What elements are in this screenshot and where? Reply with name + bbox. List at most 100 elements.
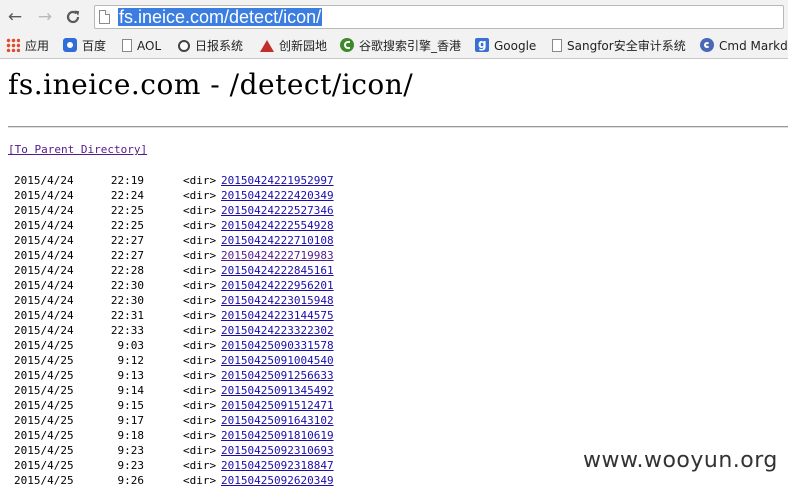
- google-search-icon: [340, 38, 354, 52]
- entry-time: 22:28: [110, 264, 144, 277]
- entry-time: 9:17: [117, 414, 145, 427]
- entry-type: <dir>: [183, 279, 217, 292]
- reload-button[interactable]: [62, 6, 84, 28]
- entry-type: <dir>: [183, 429, 217, 442]
- watermark: www.wooyun.org: [583, 448, 778, 473]
- entry-date: 2015/4/24: [14, 174, 74, 187]
- entry-time: 9:26: [117, 474, 145, 487]
- entry-type: <dir>: [183, 294, 217, 307]
- entry-type: <dir>: [183, 264, 217, 277]
- entry-link[interactable]: 20150424222710108: [221, 233, 334, 248]
- entry-link[interactable]: 20150424223322302: [221, 323, 334, 338]
- bookmark-cmd-markdown[interactable]: Cmd Markd: [700, 37, 788, 55]
- entry-time: 22:25: [110, 204, 144, 217]
- entry-link[interactable]: 20150424223015948: [221, 293, 334, 308]
- browser-toolbar: ← → fs.ineice.com/detect/icon/: [0, 0, 788, 34]
- entry-link[interactable]: 20150425091345492: [221, 383, 334, 398]
- entry-time: 22:31: [110, 309, 144, 322]
- entry-link[interactable]: 20150425091810619: [221, 428, 334, 443]
- bookmark-apps[interactable]: 应用: [6, 37, 49, 55]
- apps-grid-icon: [6, 38, 20, 52]
- entry-type: <dir>: [183, 309, 217, 322]
- entry-link[interactable]: 20150424222554928: [221, 218, 334, 233]
- entry-date: 2015/4/24: [14, 234, 74, 247]
- entry-date: 2015/4/25: [14, 399, 74, 412]
- entry-link[interactable]: 20150424222719983: [221, 248, 334, 263]
- back-button[interactable]: ←: [4, 6, 26, 28]
- parent-directory-link[interactable]: [To Parent Directory]: [8, 143, 147, 156]
- entry-time: 9:03: [117, 339, 145, 352]
- entry-link[interactable]: 20150424222845161: [221, 263, 334, 278]
- entry-type: <dir>: [183, 354, 217, 367]
- entry-date: 2015/4/25: [14, 459, 74, 472]
- entry-link[interactable]: 20150424221952997: [221, 173, 334, 188]
- entry-date: 2015/4/24: [14, 219, 74, 232]
- entry-type: <dir>: [183, 384, 217, 397]
- entry-time: 22:30: [110, 279, 144, 292]
- entry-date: 2015/4/25: [14, 429, 74, 442]
- bookmark-google-hk[interactable]: 谷歌搜索引擎_香港: [340, 37, 461, 55]
- google-icon: [475, 35, 489, 53]
- entry-link[interactable]: 20150425092620349: [221, 473, 334, 488]
- entry-type: <dir>: [183, 339, 217, 352]
- entry-link[interactable]: 20150425091004540: [221, 353, 334, 368]
- entry-time: 22:27: [110, 234, 144, 247]
- entry-time: 22:25: [110, 219, 144, 232]
- entry-type: <dir>: [183, 459, 217, 472]
- entry-link[interactable]: 20150425091256633: [221, 368, 334, 383]
- entry-date: 2015/4/25: [14, 354, 74, 367]
- bookmark-google[interactable]: Google: [475, 35, 536, 55]
- entry-time: 9:15: [117, 399, 145, 412]
- entry-link[interactable]: 20150425090331578: [221, 338, 334, 353]
- address-bar[interactable]: fs.ineice.com/detect/icon/: [94, 5, 784, 29]
- bookmark-rizhi[interactable]: 日报系统: [178, 37, 243, 55]
- entry-link[interactable]: 20150424222527346: [221, 203, 334, 218]
- page-title: fs.ineice.com - /detect/icon/: [8, 68, 414, 101]
- entry-type: <dir>: [183, 444, 217, 457]
- rizhi-icon: [178, 40, 190, 52]
- entry-link[interactable]: 20150424222956201: [221, 278, 334, 293]
- entry-link[interactable]: 20150425092310693: [221, 443, 334, 458]
- entry-time: 22:30: [110, 294, 144, 307]
- entry-time: 9:23: [117, 444, 145, 457]
- forward-button[interactable]: →: [34, 6, 56, 28]
- entry-date: 2015/4/25: [14, 339, 74, 352]
- entry-date: 2015/4/25: [14, 384, 74, 397]
- entry-link[interactable]: 20150425091643102: [221, 413, 334, 428]
- entry-date: 2015/4/24: [14, 189, 74, 202]
- bookmark-aol[interactable]: AOL: [122, 37, 161, 55]
- entry-date: 2015/4/24: [14, 264, 74, 277]
- entry-date: 2015/4/25: [14, 444, 74, 457]
- entry-time: 9:18: [117, 429, 145, 442]
- baidu-paw-icon: [63, 38, 77, 52]
- bookmarks-bar: 应用 百度 AOL 日报系统 创新园地 谷歌搜索引擎_香港 Google San…: [0, 34, 788, 59]
- url-text[interactable]: fs.ineice.com/detect/icon/: [118, 8, 323, 26]
- bookmark-sangfor[interactable]: Sangfor安全审计系统: [552, 37, 686, 55]
- entry-date: 2015/4/24: [14, 249, 74, 262]
- back-arrow-icon: ←: [7, 7, 23, 27]
- entry-date: 2015/4/24: [14, 279, 74, 292]
- entry-date: 2015/4/24: [14, 204, 74, 217]
- bookmark-baidu[interactable]: 百度: [63, 37, 106, 55]
- entry-type: <dir>: [183, 249, 217, 262]
- entry-link[interactable]: 20150424223144575: [221, 308, 334, 323]
- page-icon: [122, 39, 132, 52]
- entry-type: <dir>: [183, 399, 217, 412]
- entry-link[interactable]: 20150425092318847: [221, 458, 334, 473]
- entry-time: 9:23: [117, 459, 145, 472]
- chuangxin-icon: [260, 40, 274, 52]
- entry-time: 22:24: [110, 189, 144, 202]
- cmd-markdown-icon: [700, 38, 714, 52]
- entry-date: 2015/4/25: [14, 414, 74, 427]
- entry-link[interactable]: 20150424222420349: [221, 188, 334, 203]
- entry-time: 22:19: [110, 174, 144, 187]
- forward-arrow-icon: →: [37, 7, 53, 27]
- entry-type: <dir>: [183, 189, 217, 202]
- entry-date: 2015/4/25: [14, 369, 74, 382]
- entry-type: <dir>: [183, 204, 217, 217]
- entry-link[interactable]: 20150425091512471: [221, 398, 334, 413]
- entry-time: 9:13: [117, 369, 145, 382]
- bookmark-chuangxin[interactable]: 创新园地: [260, 37, 327, 55]
- divider: [8, 126, 788, 128]
- entry-time: 9:12: [117, 354, 145, 367]
